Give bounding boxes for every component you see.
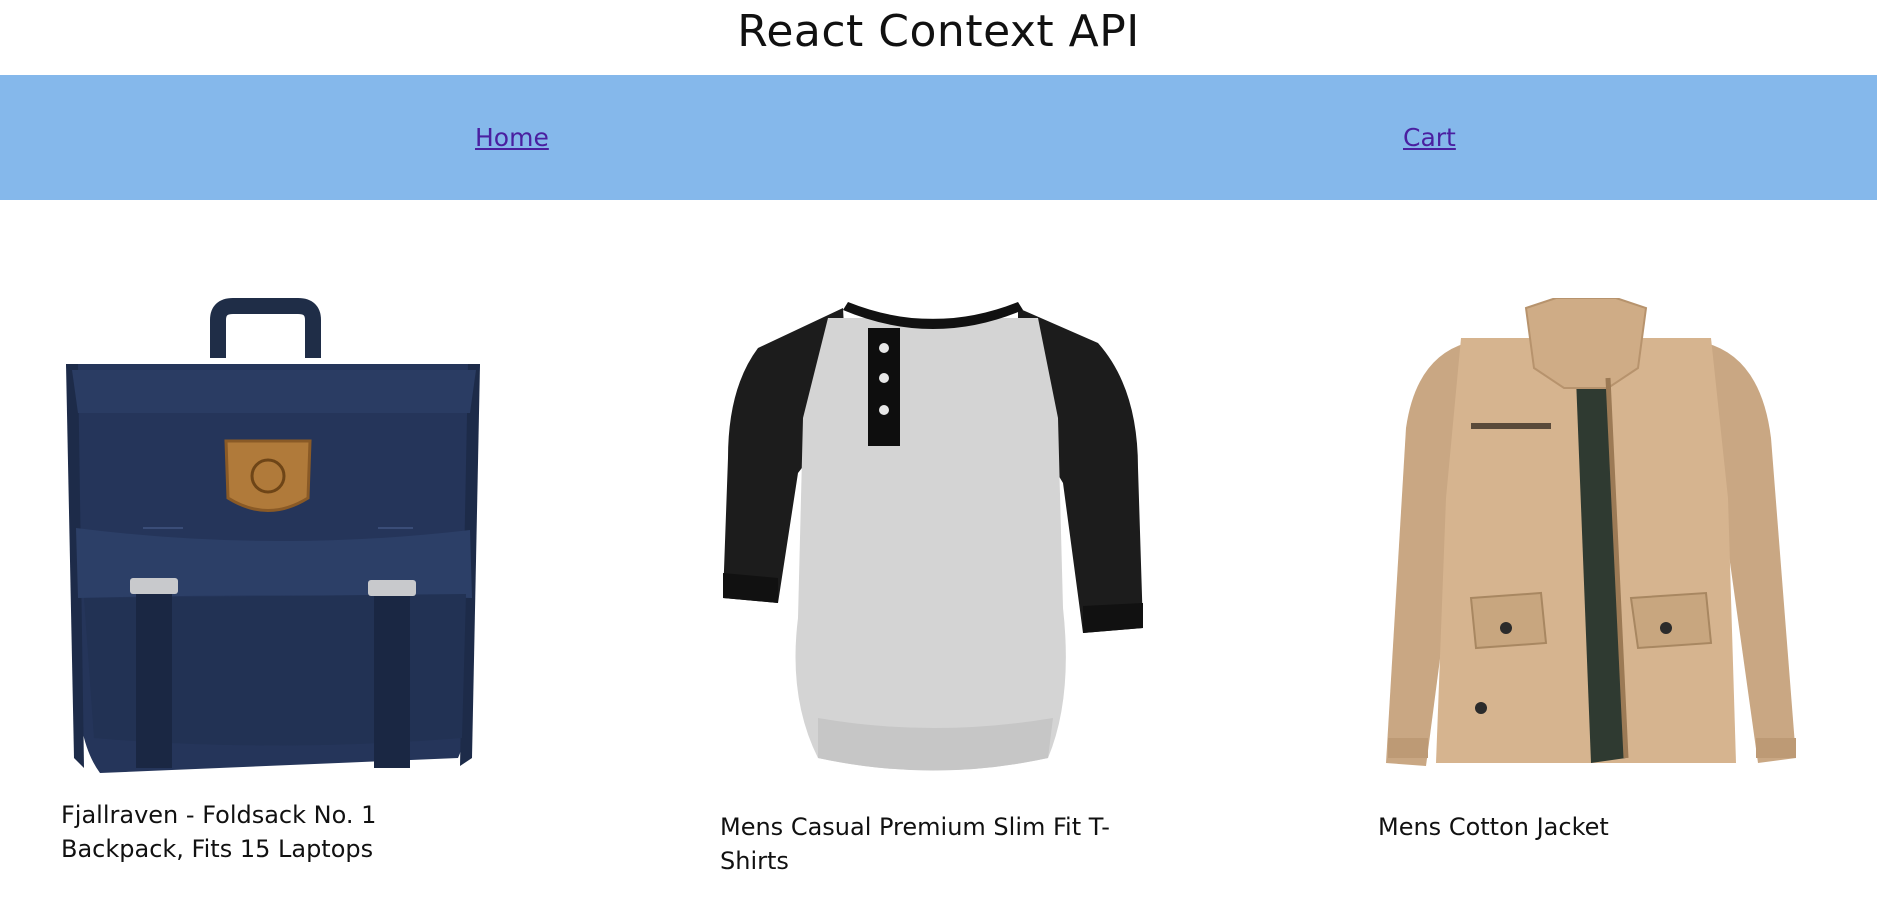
product-card[interactable]: Mens Casual Premium Slim Fit T-Shirts — [718, 298, 1188, 875]
backpack-product-image[interactable] — [58, 298, 488, 773]
product-title[interactable]: Fjallraven - Foldsack No. 1 Backpack, Fi… — [61, 798, 501, 866]
product-card[interactable]: Mens Cotton Jacket — [1376, 298, 1846, 841]
page-title: React Context API — [737, 5, 1140, 57]
nav-link-home[interactable]: Home — [475, 75, 549, 200]
tshirt-product-image[interactable] — [718, 298, 1148, 773]
product-card[interactable]: Fjallraven - Foldsack No. 1 Backpack, Fi… — [58, 298, 528, 863]
jacket-product-image[interactable] — [1376, 298, 1806, 773]
product-title[interactable]: Mens Casual Premium Slim Fit T-Shirts — [720, 810, 1160, 878]
nav-link-cart[interactable]: Cart — [1403, 75, 1456, 200]
product-title[interactable]: Mens Cotton Jacket — [1378, 810, 1818, 844]
navbar: Home Cart — [0, 75, 1877, 200]
